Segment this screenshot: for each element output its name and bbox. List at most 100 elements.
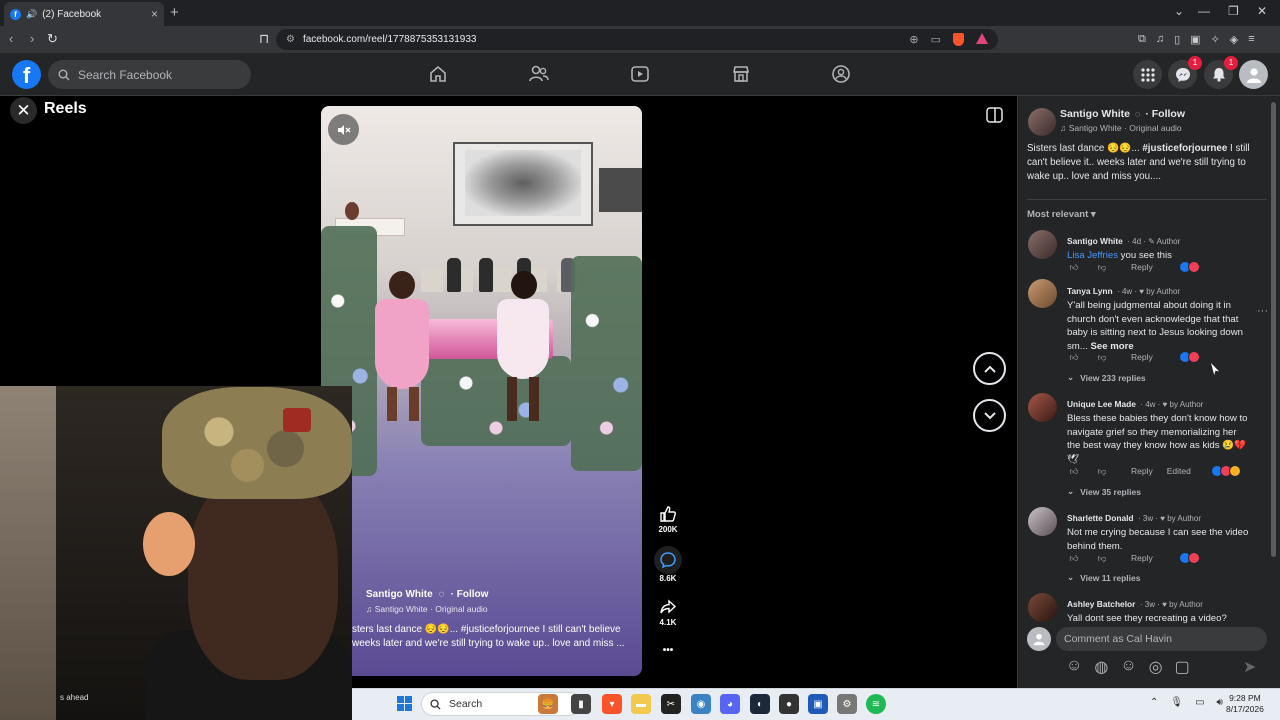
previous-reel-button[interactable] bbox=[973, 352, 1006, 385]
dislike-comment-icon[interactable]: 👎︎ bbox=[1095, 351, 1109, 363]
comment-options-icon[interactable]: ··· bbox=[1257, 305, 1268, 317]
video-audio[interactable]: ♫ Santigo White · Original audio bbox=[366, 604, 488, 614]
tray-expand-icon[interactable]: ⌃ bbox=[1150, 697, 1158, 708]
commenter-avatar[interactable] bbox=[1028, 279, 1057, 308]
nav-home-icon[interactable] bbox=[426, 63, 450, 85]
task-view-icon[interactable]: ▮ bbox=[571, 694, 591, 714]
facebook-logo[interactable]: f bbox=[12, 60, 41, 89]
brave-shields-icon[interactable] bbox=[953, 33, 964, 46]
see-more-link[interactable]: See more bbox=[1090, 341, 1133, 352]
leo-icon[interactable]: ✧ bbox=[1211, 33, 1220, 46]
mute-button[interactable] bbox=[328, 114, 359, 145]
nav-video-icon[interactable] bbox=[628, 63, 652, 85]
capcut-icon[interactable]: ✂ bbox=[661, 694, 681, 714]
gif-icon[interactable]: ◍ bbox=[1094, 657, 1108, 677]
more-options-button[interactable]: ••• bbox=[653, 645, 683, 656]
hashtag-link[interactable]: #justiceforjournee bbox=[1142, 143, 1227, 154]
camera-icon[interactable]: ◎ bbox=[1149, 657, 1163, 677]
comments-scrollbar[interactable] bbox=[1271, 102, 1276, 557]
view-replies-button[interactable]: ⌄ View 35 replies bbox=[1067, 486, 1141, 497]
view-replies-button[interactable]: ⌄ View 11 replies bbox=[1067, 572, 1140, 583]
zoom-icon[interactable]: ⊕ bbox=[909, 33, 918, 46]
emoji-icon[interactable]: ☺ bbox=[1120, 657, 1136, 677]
menu-icon[interactable]: ≡ bbox=[1248, 33, 1254, 46]
reply-button[interactable]: Reply bbox=[1131, 553, 1153, 563]
commenter-avatar[interactable] bbox=[1028, 507, 1057, 536]
commenter-name[interactable]: Santigo White bbox=[1067, 236, 1123, 246]
media-icon[interactable]: ♫ bbox=[1156, 33, 1164, 46]
close-tab-icon[interactable]: × bbox=[151, 7, 158, 21]
extensions-icon[interactable]: ⧉ bbox=[1138, 33, 1146, 46]
widget-icon[interactable]: 🍔 bbox=[538, 694, 558, 714]
like-comment-icon[interactable]: 👍︎ bbox=[1067, 351, 1081, 363]
new-tab-button[interactable]: + bbox=[170, 4, 179, 21]
volume-icon[interactable]: 🔊︎ bbox=[1217, 697, 1223, 708]
site-info-icon[interactable]: ⚙ bbox=[286, 34, 295, 45]
toggle-comments-panel-icon[interactable] bbox=[986, 107, 1003, 128]
reply-button[interactable]: Reply bbox=[1131, 262, 1153, 272]
commenter-avatar[interactable] bbox=[1028, 393, 1057, 422]
commenter-name[interactable]: Tanya Lynn bbox=[1067, 286, 1113, 296]
nav-friends-icon[interactable] bbox=[527, 63, 551, 85]
facebook-search[interactable] bbox=[48, 60, 251, 89]
brave-rewards-icon[interactable] bbox=[976, 33, 988, 44]
network-icon[interactable]: ▭ bbox=[1195, 697, 1204, 708]
reaction-icons[interactable] bbox=[1210, 465, 1241, 477]
messenger-button[interactable]: 1 bbox=[1168, 56, 1202, 89]
avatar-sticker-icon[interactable]: ☺ bbox=[1066, 657, 1082, 677]
address-bar[interactable]: ⚙ facebook.com/reel/1778875353131933 ⊕ ▭ bbox=[276, 29, 998, 50]
video-caption[interactable]: sters last dance 😔😔... #justiceforjourne… bbox=[352, 623, 637, 651]
audio-icon[interactable]: 🔊 bbox=[26, 9, 37, 20]
browser-tab[interactable]: f 🔊 (2) Facebook × bbox=[4, 2, 164, 26]
commenter-name[interactable]: Ashley Batchelor bbox=[1067, 599, 1135, 609]
commenter-name[interactable]: Sharlette Donald bbox=[1067, 513, 1134, 523]
panel-follow-button[interactable]: · Follow bbox=[1145, 108, 1185, 120]
profile-avatar[interactable] bbox=[1239, 60, 1268, 89]
dislike-comment-icon[interactable]: 👎︎ bbox=[1095, 261, 1109, 273]
back-icon[interactable]: ‹ bbox=[9, 31, 13, 46]
video-author-name[interactable]: Santigo White bbox=[366, 589, 433, 600]
spotify-icon[interactable]: ≋ bbox=[866, 694, 886, 714]
discord-icon[interactable]: ◕ bbox=[720, 694, 740, 714]
search-input[interactable] bbox=[78, 67, 238, 82]
reaction-icons[interactable] bbox=[1178, 552, 1200, 564]
like-button[interactable]: 200K bbox=[653, 503, 683, 534]
taskbar-clock[interactable]: 9:28 PM 8/17/2026 bbox=[1226, 693, 1264, 715]
reload-icon[interactable]: ↻ bbox=[47, 31, 58, 47]
author-avatar[interactable] bbox=[1028, 108, 1056, 136]
commenter-avatar[interactable] bbox=[1028, 593, 1057, 622]
next-reel-button[interactable] bbox=[973, 399, 1006, 432]
settings-gear-icon[interactable]: ⚙ bbox=[837, 694, 857, 714]
reaction-icons[interactable] bbox=[1178, 261, 1200, 273]
tab-list-icon[interactable]: ⌄ bbox=[1174, 4, 1184, 18]
menu-grid-icon[interactable] bbox=[1133, 60, 1162, 89]
video-follow-button[interactable]: · Follow bbox=[451, 589, 489, 600]
panel-audio[interactable]: ♫ Santigo White · Original audio bbox=[1060, 123, 1182, 133]
windows-start-icon[interactable] bbox=[397, 696, 412, 711]
monitor-app-icon[interactable]: ▣ bbox=[808, 694, 828, 714]
dislike-comment-icon[interactable]: 👎︎ bbox=[1095, 465, 1109, 477]
commenter-avatar[interactable] bbox=[1028, 230, 1057, 259]
like-comment-icon[interactable]: 👍︎ bbox=[1067, 552, 1081, 564]
file-explorer-icon[interactable]: ▬ bbox=[631, 694, 651, 714]
reply-button[interactable]: Reply bbox=[1131, 352, 1153, 362]
commenter-name[interactable]: Unique Lee Made bbox=[1067, 399, 1136, 409]
comment-input[interactable] bbox=[1056, 627, 1267, 651]
maximize-button[interactable]: ❐ bbox=[1228, 4, 1239, 18]
notifications-button[interactable]: 1 bbox=[1204, 56, 1238, 89]
share-button[interactable]: 4.1K bbox=[653, 596, 683, 627]
nav-groups-icon[interactable] bbox=[829, 63, 853, 85]
pin-app-icon[interactable]: ◉ bbox=[691, 694, 711, 714]
vpn-icon[interactable]: ◈ bbox=[1230, 33, 1238, 46]
close-reels-button[interactable]: ✕ bbox=[10, 97, 37, 124]
mention-link[interactable]: Lisa Jeffries bbox=[1067, 250, 1118, 261]
obs-icon[interactable]: ● bbox=[779, 694, 799, 714]
reply-button[interactable]: Reply bbox=[1131, 466, 1153, 476]
steam-icon[interactable]: ◐ bbox=[750, 694, 770, 714]
sort-dropdown[interactable]: Most relevant ▾ bbox=[1027, 209, 1096, 220]
reaction-icons[interactable] bbox=[1178, 351, 1200, 363]
like-comment-icon[interactable]: 👍︎ bbox=[1067, 465, 1081, 477]
nav-marketplace-icon[interactable] bbox=[729, 63, 753, 85]
like-comment-icon[interactable]: 👍︎ bbox=[1067, 261, 1081, 273]
bookmark-icon[interactable]: ⊓ bbox=[259, 31, 269, 47]
